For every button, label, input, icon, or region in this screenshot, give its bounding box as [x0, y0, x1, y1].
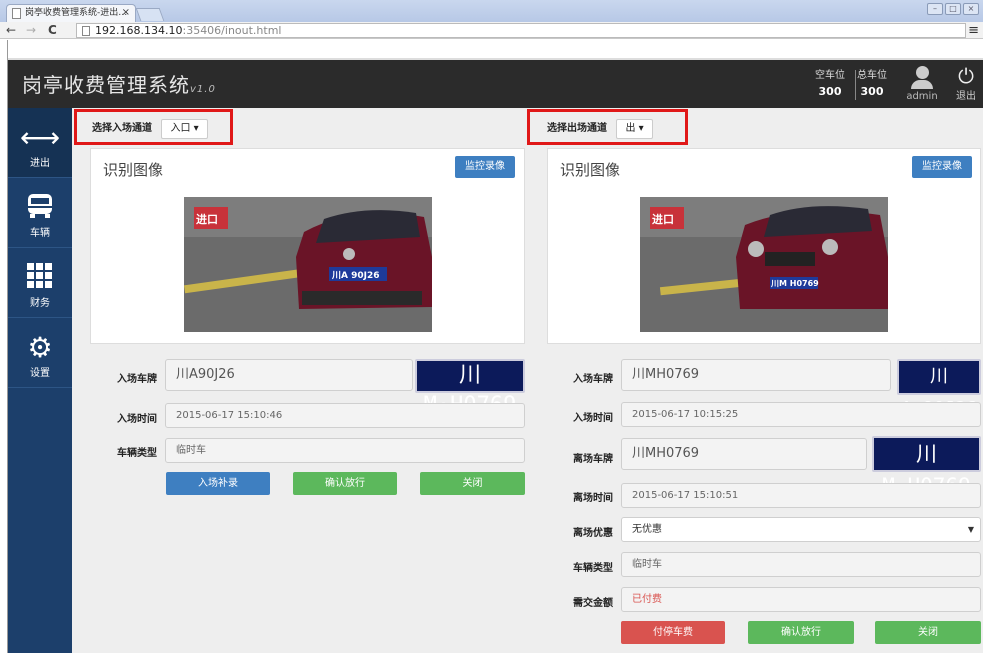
- exit-plate-image: 川M·H0769: [872, 436, 981, 498]
- entry-photo-plate: 川A 90J26: [332, 271, 380, 281]
- total-spaces-value: 300: [860, 85, 884, 98]
- entry-panel: 选择入场通道 入口 ▾ 识别图像 监控录像 进口 川A 90J26 入场车牌 川…: [72, 108, 527, 653]
- highlight-box: [527, 109, 688, 145]
- exit-amount-field: 已付费: [621, 587, 981, 612]
- free-spaces-value: 300: [818, 85, 842, 98]
- exit-image-header: 识别图像: [560, 161, 621, 179]
- total-spaces: 总车位 300: [856, 68, 888, 100]
- exit-amount-label: 需交金额: [573, 598, 613, 609]
- page-icon: [12, 8, 21, 19]
- exit-plate-input[interactable]: 川MH0769: [621, 438, 867, 470]
- browser-tab-title: 岗亭收费管理系统-进出…: [25, 8, 128, 18]
- close-tab-icon[interactable]: ×: [122, 5, 130, 21]
- exit-plate-label: 离场车牌: [573, 454, 613, 465]
- free-spaces-label: 空车位: [815, 70, 845, 81]
- exit-type-field: 临时车: [621, 552, 981, 577]
- url-host: 192.168.134.10: [95, 24, 183, 37]
- logout-label: 退出: [956, 91, 976, 102]
- exit-image-card: 识别图像 监控录像 进口 川M H0769: [547, 148, 981, 344]
- entry-monitor-button[interactable]: 监控录像: [455, 156, 515, 178]
- window-controls: – □ ×: [927, 3, 979, 15]
- exit-entry-time-field: 2015-06-17 10:15:25: [621, 402, 981, 427]
- app-version: v1.0: [190, 84, 216, 95]
- exit-photo-plate: 川M H0769: [771, 279, 819, 288]
- entry-confirm-button[interactable]: 确认放行: [293, 472, 397, 495]
- exit-discount-select[interactable]: 无优惠 ▼: [621, 517, 981, 542]
- exit-monitor-button[interactable]: 监控录像: [912, 156, 972, 178]
- chevron-down-icon: ▼: [967, 525, 974, 534]
- left-margin: [0, 40, 8, 653]
- entry-close-button[interactable]: 关闭: [420, 472, 525, 495]
- grid-icon: [8, 262, 72, 294]
- exit-pay-button[interactable]: 付停车费: [621, 621, 725, 644]
- exit-entry-plate-image: 川A·90J26: [897, 359, 981, 419]
- forward-icon[interactable]: →: [26, 22, 36, 39]
- user-icon: [915, 66, 929, 79]
- sidebar-item-label: 设置: [30, 368, 50, 379]
- exit-entry-plate-label: 入场车牌: [573, 374, 613, 385]
- entry-time-label: 入场时间: [117, 414, 157, 425]
- power-icon: ⏻: [958, 64, 974, 88]
- app-title-text: 岗亭收费管理系统: [22, 73, 190, 97]
- exit-type-label: 车辆类型: [573, 563, 613, 574]
- exit-confirm-button[interactable]: 确认放行: [748, 621, 854, 644]
- new-tab-button[interactable]: [135, 8, 165, 21]
- url-field[interactable]: 192.168.134.10:35406/inout.html: [76, 23, 966, 38]
- sidebar-item-inout[interactable]: ⟷ 进出: [8, 108, 72, 178]
- reload-icon[interactable]: C: [48, 22, 57, 39]
- entry-plate-input[interactable]: 川A90J26: [165, 359, 413, 391]
- entry-photo-sign: 进口: [196, 213, 218, 226]
- car-icon: [8, 192, 72, 224]
- exit-photo-sign: 进口: [652, 213, 674, 226]
- username: admin: [906, 91, 938, 102]
- app-title: 岗亭收费管理系统v1.0: [22, 69, 216, 98]
- exit-entry-plate-input[interactable]: 川MH0769: [621, 359, 891, 391]
- sidebar-item-label: 财务: [30, 298, 50, 309]
- entry-type-field: 临时车: [165, 438, 525, 463]
- free-spaces: 空车位 300: [814, 68, 846, 100]
- sidebar-item-settings[interactable]: ⚙ 设置: [8, 318, 72, 388]
- entry-time-field: 2015-06-17 15:10:46: [165, 403, 525, 428]
- url-rest: :35406/inout.html: [182, 24, 282, 37]
- exit-panel: 选择出场通道 出 ▾ 识别图像 监控录像 进口 川M H0769 入场车牌 川M…: [527, 108, 983, 653]
- sidebar-item-vehicle[interactable]: 车辆: [8, 178, 72, 248]
- entry-supplement-button[interactable]: 入场补录: [166, 472, 270, 495]
- arrows-horizontal-icon: ⟷: [19, 121, 61, 154]
- maximize-icon[interactable]: □: [945, 3, 961, 15]
- browser-tab[interactable]: 岗亭收费管理系统-进出… ×: [6, 4, 136, 22]
- exit-discount-value: 无优惠: [632, 524, 662, 535]
- entry-plate-image: 川M·H0769: [415, 359, 525, 418]
- app-header: 岗亭收费管理系统v1.0 空车位 300 总车位 300 admin ⏻ 退出: [8, 60, 983, 108]
- back-icon[interactable]: ←: [6, 22, 16, 39]
- logout-button[interactable]: ⏻ 退出: [953, 65, 979, 102]
- exit-discount-label: 离场优惠: [573, 528, 613, 539]
- minimize-icon[interactable]: –: [927, 3, 943, 15]
- entry-type-label: 车辆类型: [117, 448, 157, 459]
- sidebar-item-finance[interactable]: 财务: [8, 248, 72, 318]
- page-icon: [82, 26, 90, 36]
- user-menu[interactable]: admin: [900, 66, 944, 102]
- sidebar: ⟷ 进出 车辆 财务 ⚙ 设置: [8, 108, 72, 653]
- address-bar: ← → C 192.168.134.10:35406/inout.html ≡: [0, 22, 983, 39]
- exit-close-button[interactable]: 关闭: [875, 621, 981, 644]
- highlight-box: [74, 109, 233, 145]
- exit-entry-time-label: 入场时间: [573, 413, 613, 424]
- exit-time-field: 2015-06-17 15:10:51: [621, 483, 981, 508]
- entry-plate-label: 入场车牌: [117, 374, 157, 385]
- entry-image-card: 识别图像 监控录像 进口 川A 90J26: [90, 148, 525, 344]
- entry-image-header: 识别图像: [103, 161, 164, 179]
- total-spaces-label: 总车位: [857, 70, 887, 81]
- main-content: 选择入场通道 入口 ▾ 识别图像 监控录像 进口 川A 90J26 入场车牌 川…: [72, 108, 983, 653]
- gear-icon: ⚙: [27, 331, 53, 364]
- browser-tabbar: 岗亭收费管理系统-进出… × – □ ×: [0, 0, 983, 22]
- exit-camera-image: 进口 川M H0769: [640, 197, 888, 332]
- entry-camera-image: 进口 川A 90J26: [184, 197, 432, 332]
- sidebar-item-label: 车辆: [30, 228, 50, 239]
- sidebar-item-label: 进出: [30, 158, 50, 169]
- user-icon-body: [911, 80, 933, 89]
- exit-time-label: 离场时间: [573, 493, 613, 504]
- close-window-icon[interactable]: ×: [963, 3, 979, 15]
- menu-icon[interactable]: ≡: [968, 22, 979, 39]
